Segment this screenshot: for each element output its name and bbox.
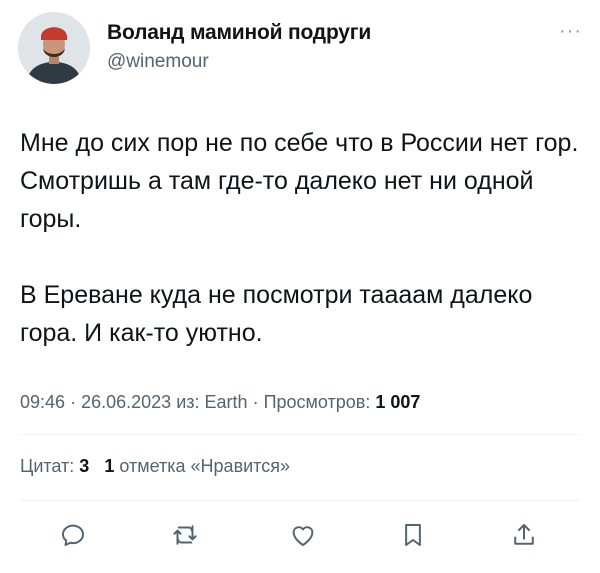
quotes-count[interactable]: 3 xyxy=(79,456,89,476)
bookmark-icon xyxy=(405,524,421,546)
like-icon xyxy=(292,526,314,546)
quotes-label[interactable]: Цитат: xyxy=(20,456,74,476)
user-handle[interactable]: @winemour xyxy=(107,51,209,73)
tweet-metadata: 09:46 · 26.06.2023 из: Earth · Просмотро… xyxy=(20,392,420,413)
source-prefix: из: xyxy=(176,392,200,412)
bookmark-button[interactable] xyxy=(396,518,430,552)
separator: · xyxy=(70,392,77,412)
tweet-paragraph: Мне до сих пор не по себе что в России н… xyxy=(20,129,579,233)
share-button[interactable] xyxy=(507,518,541,552)
tweet-time[interactable]: 09:46 xyxy=(20,392,65,412)
retweet-icon xyxy=(173,525,197,545)
more-options-icon[interactable]: ··· xyxy=(559,20,582,43)
retweet-button[interactable] xyxy=(168,518,202,552)
avatar-image xyxy=(18,12,90,84)
share-icon xyxy=(514,524,534,545)
views-count: 1 007 xyxy=(375,392,421,412)
tweet-date[interactable]: 26.06.2023 xyxy=(81,392,171,412)
views-label: Просмотров: xyxy=(263,392,371,412)
tweet-text: Мне до сих пор не по себе что в России н… xyxy=(20,124,590,352)
like-button[interactable] xyxy=(286,518,320,552)
reply-icon xyxy=(62,524,84,546)
tweet-source: Earth xyxy=(204,392,248,412)
reply-button[interactable] xyxy=(56,518,90,552)
divider xyxy=(20,434,580,435)
likes-label[interactable]: отметка «Нравится» xyxy=(119,456,290,476)
tweet-stats: Цитат: 3 1 отметка «Нравится» xyxy=(20,456,290,477)
display-name[interactable]: Воланд маминой подруги xyxy=(107,21,371,45)
divider xyxy=(20,500,580,501)
likes-count[interactable]: 1 xyxy=(104,456,114,476)
tweet-paragraph: В Ереване куда не посмотри таааам далеко… xyxy=(20,281,533,347)
avatar[interactable] xyxy=(18,12,90,84)
separator: · xyxy=(252,392,259,412)
